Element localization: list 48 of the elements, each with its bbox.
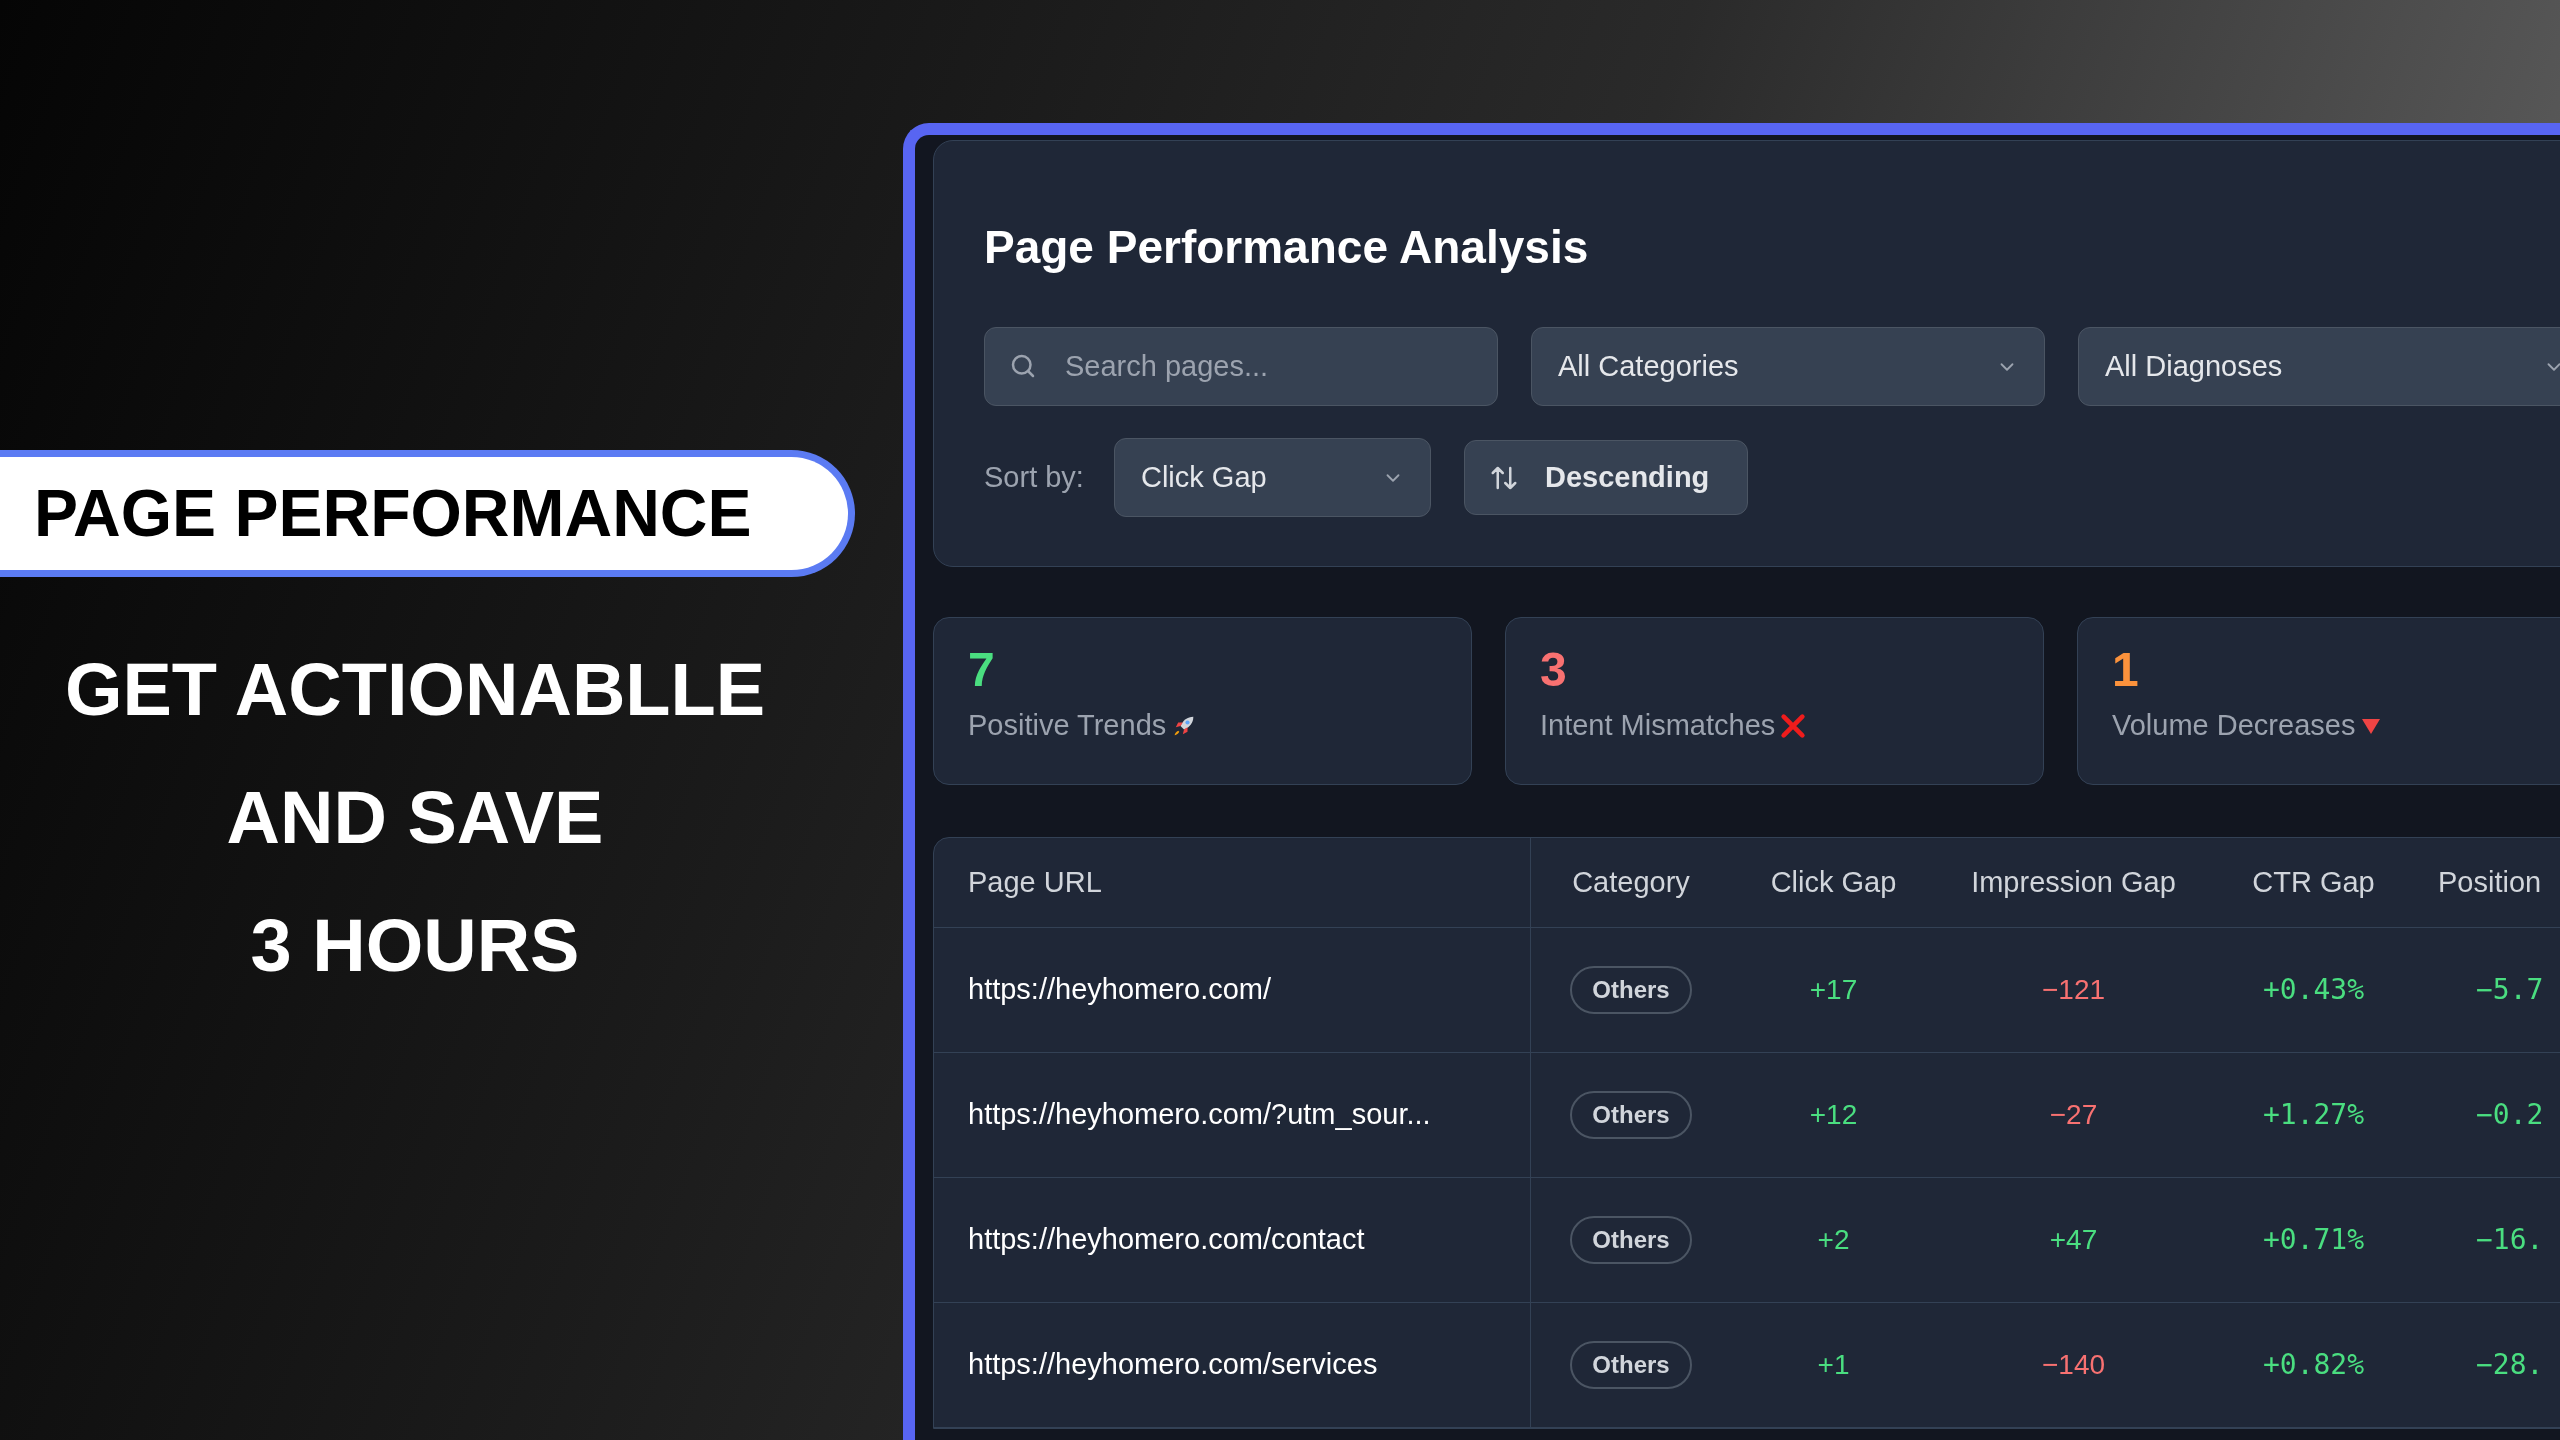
column-header: Page URL (968, 864, 1102, 900)
url-cell-text: https://heyhomero.com/services (968, 1347, 1378, 1383)
gap-value: −121 (2041, 973, 2106, 1007)
gap-value: +12 (1809, 1098, 1858, 1132)
title-label: PAGE PERFORMANCE (0, 450, 855, 577)
sort-label: Sort by: (984, 459, 1084, 495)
url-cell-text: https://heyhomero.com/ (968, 972, 1272, 1008)
gap-value: +0.43% (2262, 972, 2365, 1008)
gap-value: +17 (1809, 973, 1858, 1007)
stat-value: 1 (2112, 642, 2140, 698)
gap-value: +1.27% (2262, 1097, 2365, 1133)
headline-text: 3 HOURS (250, 903, 580, 989)
gap-value: +47 (2049, 1223, 2098, 1257)
category-tag: Others (1570, 1216, 1692, 1264)
gap-value: −140 (2041, 1348, 2106, 1382)
cross-icon (1779, 711, 1808, 740)
column-header: Click Gap (1770, 864, 1897, 900)
stat-label: Volume Decreases (2112, 708, 2356, 743)
gap-value: −16. (2476, 1222, 2544, 1258)
headline-text: GET ACTIONABLLE (64, 647, 766, 733)
headline-text: AND SAVE (226, 775, 604, 861)
gap-value: +0.71% (2262, 1222, 2365, 1258)
stat-value: 7 (968, 642, 996, 698)
gap-value: −0.2 (2476, 1097, 2544, 1133)
gap-value: +0.82% (2262, 1347, 2365, 1383)
filter-dropdown[interactable]: All Categories (1531, 327, 2045, 406)
gap-value: +2 (1817, 1223, 1850, 1257)
sort-order-button[interactable]: Descending (1463, 440, 1748, 515)
stat-label: Intent Mismatches (1540, 708, 1776, 743)
column-header: Position (2438, 864, 2542, 900)
url-cell-text: https://heyhomero.com/?utm_sour... (968, 1097, 1431, 1133)
gap-value: −5.7 (2476, 972, 2544, 1008)
category-tag: Others (1570, 1091, 1692, 1139)
category-tag: Others (1570, 966, 1692, 1014)
column-header: Category (1572, 864, 1690, 900)
gap-value: −28. (2476, 1347, 2544, 1383)
category-tag: Others (1570, 1341, 1692, 1389)
gap-value: −27 (2049, 1098, 2098, 1132)
page-title: Page Performance Analysis (984, 220, 1590, 275)
url-cell-text: https://heyhomero.com/contact (968, 1222, 1365, 1258)
sort-dropdown[interactable]: Click Gap (1113, 438, 1431, 517)
gap-value: +1 (1817, 1348, 1850, 1382)
column-header: CTR Gap (2252, 864, 2375, 900)
column-header: Impression Gap (1971, 864, 2176, 900)
search-field[interactable]: Search pages... (984, 327, 1498, 406)
stat-label: Positive Trends (968, 708, 1167, 743)
filter-dropdown[interactable]: All Diagnoses (2078, 327, 2560, 406)
stat-value: 3 (1540, 642, 1568, 698)
